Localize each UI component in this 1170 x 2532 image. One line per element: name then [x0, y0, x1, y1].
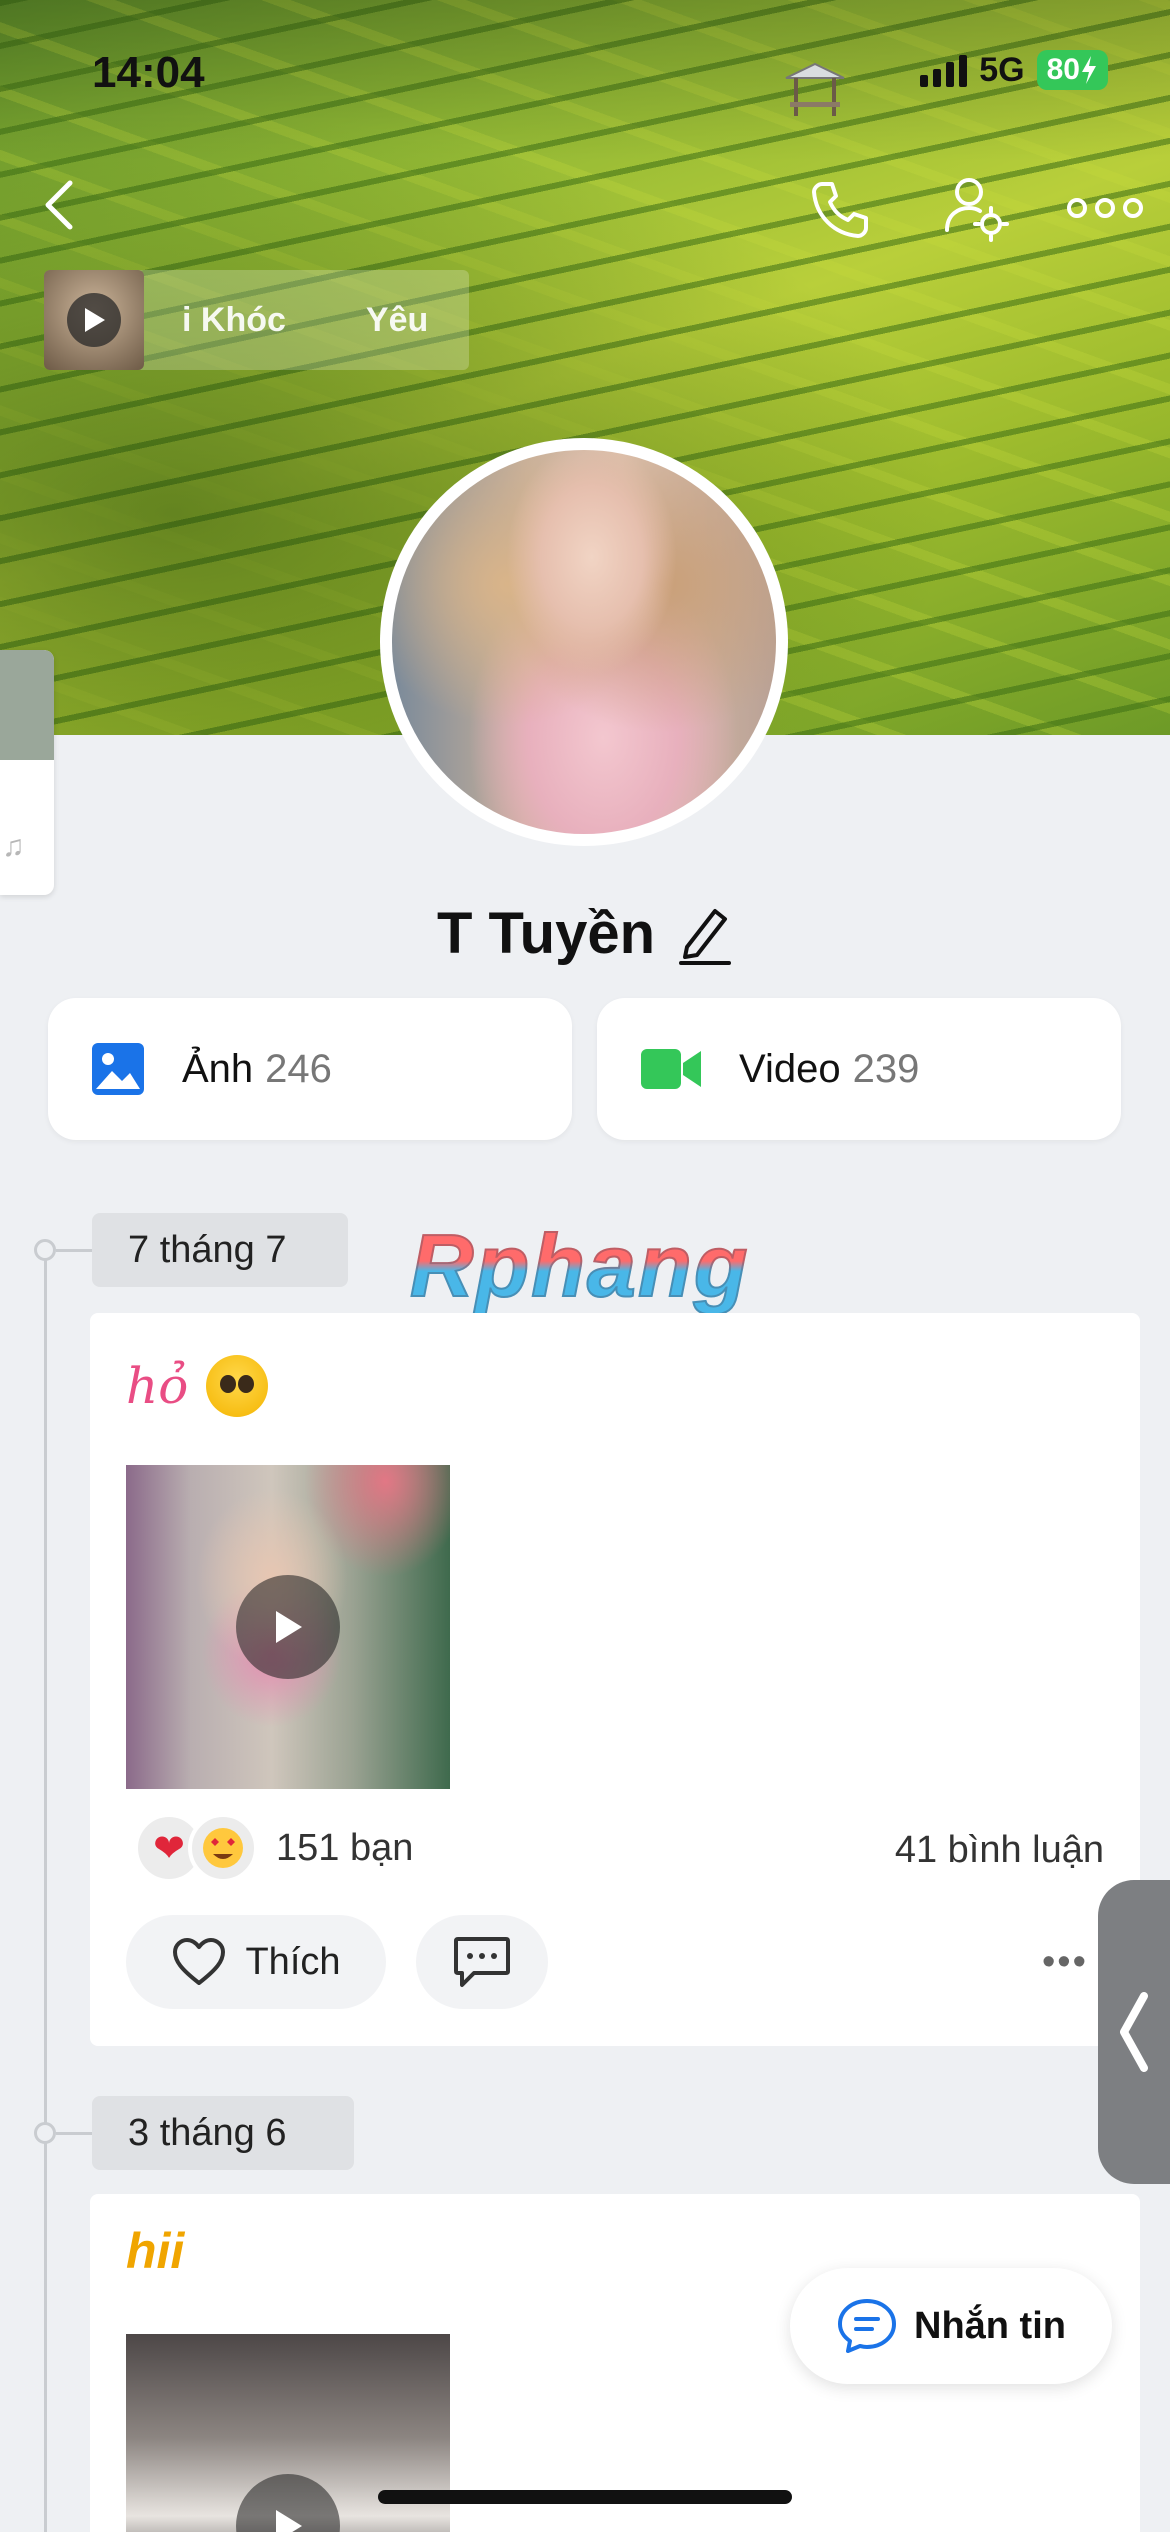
post-date: 7 tháng 7 [92, 1213, 348, 1287]
post-caption-text: hỏ [126, 1357, 189, 1415]
chat-icon [838, 2299, 896, 2353]
friend-settings-icon [945, 178, 1009, 242]
network-type: 5G [979, 50, 1025, 89]
profile-name-row: T Tuyền [0, 900, 1170, 967]
avatar-image [392, 450, 776, 834]
home-indicator[interactable] [378, 2490, 792, 2504]
phone-icon [812, 182, 868, 238]
timeline-line [44, 1250, 47, 2532]
heart-eyes-reaction-icon [188, 1813, 258, 1883]
image-icon [92, 1043, 144, 1095]
timeline-dot [34, 1239, 56, 1261]
photos-count: 246 [265, 1046, 332, 1091]
music-title-part-2: Yêu [365, 300, 429, 339]
status-indicators: 5G 80 [920, 50, 1108, 90]
play-icon [85, 308, 105, 332]
videos-card[interactable]: Video 239 [597, 998, 1121, 1140]
heart-icon [173, 1938, 226, 1985]
comment-button[interactable] [416, 1915, 548, 2009]
post-caption: hỏ [126, 1355, 269, 1417]
play-button[interactable] [236, 1575, 340, 1679]
hut-decoration [785, 62, 845, 116]
post-date: 3 tháng 6 [92, 2096, 354, 2170]
videos-label: Video [739, 1046, 841, 1091]
battery-level: 80 [1046, 53, 1080, 86]
profile-name: T Tuyền [436, 901, 656, 966]
post-more-button[interactable]: ••• [1042, 1941, 1088, 1984]
post-card: hỏ ❤ 151 bạn 41 bình luận Thích ••• [90, 1313, 1140, 2046]
message-button[interactable]: Nhắn tin [790, 2268, 1112, 2384]
back-icon [45, 180, 73, 230]
profile-music[interactable]: i Khóc Yêu [44, 270, 469, 370]
post-caption: hii [126, 2222, 184, 2280]
like-label: Thích [245, 1940, 341, 1983]
avatar[interactable] [380, 438, 788, 846]
play-icon [276, 1611, 302, 1643]
timeline-connector [56, 1249, 94, 1252]
timeline-dot [34, 2122, 56, 2144]
reaction-count: 151 bạn [276, 1826, 414, 1869]
music-title-part-1: i Khóc [182, 300, 286, 339]
photos-card[interactable]: Ảnh 246 [48, 998, 572, 1140]
comment-icon [454, 1937, 510, 1987]
play-icon [276, 2510, 302, 2532]
timeline-connector [56, 2132, 94, 2135]
friend-settings-button[interactable] [930, 168, 1020, 248]
side-panel-handle[interactable] [1098, 1880, 1170, 2184]
chevron-left-icon [1120, 1992, 1148, 2072]
pleading-face-emoji [206, 1355, 269, 1417]
comment-count[interactable]: 41 bình luận [895, 1829, 1104, 1872]
more-icon [1067, 198, 1143, 218]
battery-badge: 80 [1036, 50, 1108, 90]
photos-label: Ảnh [182, 1046, 254, 1091]
message-button-label: Nhắn tin [914, 2304, 1066, 2347]
mute-bluetooth-icon: ♫ [2, 830, 25, 863]
music-thumbnail [44, 270, 144, 370]
pencil-icon[interactable] [677, 903, 733, 965]
reaction-summary[interactable]: ❤ 151 bạn [134, 1813, 413, 1883]
status-time: 14:04 [92, 48, 205, 97]
post-caption-text: hii [126, 2223, 185, 2279]
play-button[interactable] [67, 293, 121, 347]
music-title: i Khóc Yêu [182, 301, 428, 340]
charging-icon [1082, 56, 1096, 84]
call-button[interactable] [800, 170, 880, 250]
video-camera-icon [641, 1049, 701, 1089]
like-button[interactable]: Thích [126, 1915, 386, 2009]
videos-count: 239 [852, 1046, 920, 1091]
watermark: Rphang [409, 1215, 750, 1316]
signal-icon [920, 53, 968, 87]
more-button[interactable] [1062, 178, 1148, 238]
back-button[interactable] [30, 170, 90, 240]
